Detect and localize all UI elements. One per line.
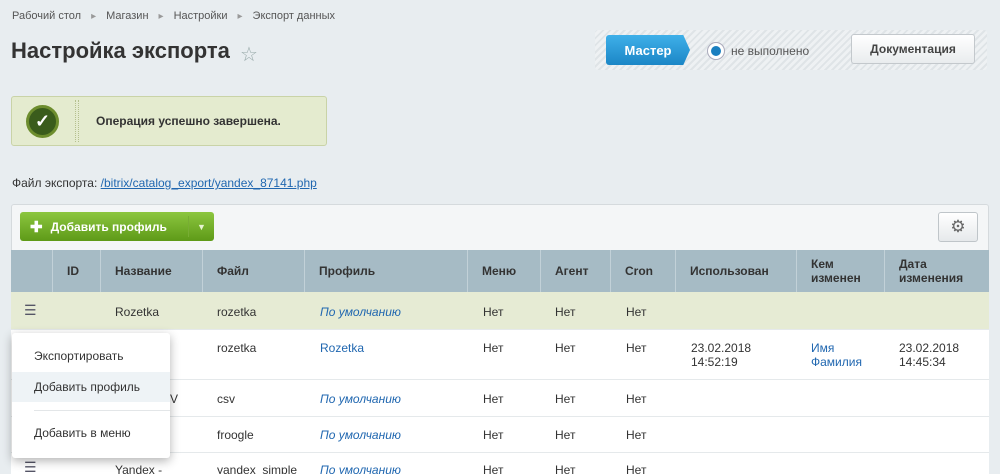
row-context-menu: Экспортировать Добавить профиль Добавить… (12, 333, 170, 458)
documentation-button[interactable]: Документация (851, 34, 975, 64)
row-menu: Нет (483, 305, 504, 319)
row-agent: Нет (555, 428, 576, 442)
row-name: Rozetka (115, 305, 160, 319)
menu-item-export[interactable]: Экспортировать (12, 341, 170, 371)
column-header-id[interactable]: ID (53, 250, 101, 292)
column-header-modified-by[interactable]: Кем изменен (797, 250, 885, 292)
column-header-profile[interactable]: Профиль (305, 250, 468, 292)
row-agent: Нет (555, 392, 576, 406)
grid-settings-button[interactable]: ⚙ (938, 212, 978, 242)
column-header-modified-at[interactable]: Дата изменения (885, 250, 989, 292)
row-file: rozetka (217, 305, 257, 319)
column-header-menu[interactable]: Меню (468, 250, 541, 292)
row-file: csv (217, 392, 235, 406)
add-profile-label: Добавить профиль (50, 219, 167, 234)
row-name: Yandex - (115, 463, 163, 474)
row-modified-by-link[interactable]: Имя Фамилия (811, 341, 862, 369)
chevron-down-icon[interactable]: ▼ (188, 216, 214, 237)
master-button[interactable]: Мастер (606, 35, 690, 65)
column-header-used[interactable]: Использован (676, 250, 797, 292)
row-menu-icon[interactable]: ☰ (24, 459, 37, 474)
row-menu-icon[interactable]: ☰ (24, 302, 37, 319)
breadcrumb-separator-icon: ▸ (91, 10, 97, 22)
row-profile-link[interactable]: По умолчанию (320, 463, 401, 474)
row-modified-at: 23.02.2018 14:45:34 (899, 341, 960, 369)
row-profile-link[interactable]: По умолчанию (320, 305, 401, 319)
row-menu: Нет (483, 428, 504, 442)
row-file: yandex_simple (217, 463, 298, 474)
row-cron: Нет (626, 463, 647, 474)
export-file: Файл экспорта: /bitrix/catalog_export/ya… (12, 176, 317, 190)
column-header-cron[interactable]: Cron (611, 250, 676, 292)
row-cron: Нет (626, 305, 647, 319)
row-menu: Нет (483, 392, 504, 406)
column-header-agent[interactable]: Агент (541, 250, 611, 292)
export-file-label: Файл экспорта: (12, 176, 98, 190)
gear-icon: ⚙ (950, 217, 966, 236)
star-icon[interactable]: ☆ (240, 42, 258, 67)
notice-divider (75, 100, 79, 142)
breadcrumb-separator-icon: ▸ (158, 10, 164, 22)
column-header-actions (11, 250, 53, 292)
breadcrumb-item-export[interactable]: Экспорт данных (253, 10, 335, 22)
menu-divider (34, 410, 170, 411)
row-menu: Нет (483, 463, 504, 474)
master-status-text: не выполнено (731, 44, 810, 58)
breadcrumb-separator-icon: ▸ (237, 10, 243, 22)
row-file: rozetka (217, 341, 257, 355)
row-profile-link[interactable]: По умолчанию (320, 392, 401, 406)
row-cron: Нет (626, 341, 647, 355)
breadcrumb: Рабочий стол ▸ Магазин ▸ Настройки ▸ Экс… (12, 10, 335, 22)
breadcrumb-item-shop[interactable]: Магазин (106, 10, 148, 22)
page-title: Настройка экспорта (11, 38, 230, 63)
row-profile-link[interactable]: По умолчанию (320, 428, 401, 442)
menu-item-add-to-menu[interactable]: Добавить в меню (12, 418, 170, 448)
success-notice-text: Операция успешно завершена. (96, 114, 281, 128)
breadcrumb-item-settings[interactable]: Настройки (174, 10, 228, 22)
row-cron: Нет (626, 428, 647, 442)
menu-item-add-profile[interactable]: Добавить профиль (12, 372, 170, 402)
export-file-link[interactable]: /bitrix/catalog_export/yandex_87141.php (101, 176, 317, 190)
row-agent: Нет (555, 305, 576, 319)
row-used: 23.02.2018 14:52:19 (691, 341, 752, 369)
checkmark-icon: ✓ (26, 105, 59, 138)
breadcrumb-item-desktop[interactable]: Рабочий стол (12, 10, 81, 22)
plus-icon: ✚ (30, 218, 43, 236)
row-menu: Нет (483, 341, 504, 355)
row-cron: Нет (626, 392, 647, 406)
status-dot-icon (708, 43, 724, 59)
row-file: froogle (217, 428, 254, 442)
column-header-name[interactable]: Название (101, 250, 203, 292)
row-agent: Нет (555, 341, 576, 355)
add-profile-button[interactable]: ✚ Добавить профиль ▼ (20, 212, 214, 241)
column-header-file[interactable]: Файл (203, 250, 305, 292)
row-agent: Нет (555, 463, 576, 474)
row-profile-link[interactable]: Rozetka (320, 341, 364, 355)
